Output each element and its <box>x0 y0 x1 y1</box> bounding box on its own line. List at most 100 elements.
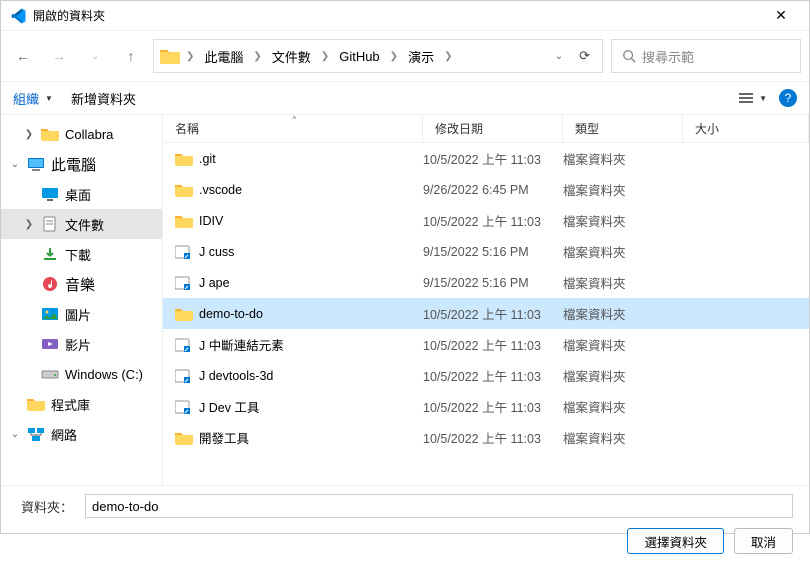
file-type: 檔案資料夾 <box>563 242 683 261</box>
shortcut-icon <box>175 244 193 260</box>
file-name: demo-to-do <box>199 307 263 321</box>
chevron-right-icon[interactable]: ❯ <box>319 51 331 62</box>
libraries-icon <box>27 396 45 412</box>
file-row[interactable]: J cuss9/15/2022 5:16 PM檔案資料夾 <box>163 236 809 267</box>
search-input[interactable]: 搜尋示範 <box>611 39 801 73</box>
file-rows: .git10/5/2022 上午 11:03檔案資料夾.vscode9/26/2… <box>163 143 809 485</box>
crumb-1[interactable]: 文件數 <box>268 45 315 68</box>
chevron-right-icon[interactable]: ❯ <box>251 51 263 62</box>
refresh-button[interactable]: ⟳ <box>573 48 596 64</box>
cancel-button[interactable]: 取消 <box>734 528 793 554</box>
expand-icon[interactable]: ⌄ <box>9 429 21 440</box>
chevron-right-icon[interactable]: ❯ <box>184 51 196 62</box>
file-row[interactable]: .vscode9/26/2022 6:45 PM檔案資料夾 <box>163 174 809 205</box>
column-name[interactable]: 名稱^ <box>163 115 423 142</box>
file-name: J cuss <box>199 245 234 259</box>
view-options-button[interactable]: ▼ <box>737 91 767 105</box>
dialog-buttons: 選擇資料夾 取消 <box>17 528 793 554</box>
search-icon <box>622 49 636 63</box>
folder-icon <box>175 151 193 167</box>
shortcut-icon <box>175 337 193 353</box>
crumb-3[interactable]: 演示 <box>404 45 438 68</box>
sidebar-item-10[interactable]: ⌄網路 <box>1 419 162 449</box>
file-type: 檔案資料夾 <box>563 304 683 323</box>
breadcrumb[interactable]: ❯ 此電腦 ❯ 文件數 ❯ GitHub ❯ 演示 ❯ ⌄ ⟳ <box>153 39 603 73</box>
file-type: 檔案資料夾 <box>563 211 683 230</box>
sidebar-item-label: 此電腦 <box>51 154 96 175</box>
crumb-2[interactable]: GitHub <box>335 47 383 66</box>
column-header: 名稱^ 修改日期 類型 大小 <box>163 115 809 143</box>
forward-button[interactable]: → <box>45 42 73 70</box>
breadcrumb-dropdown[interactable]: ⌄ <box>549 51 569 62</box>
back-button[interactable]: ← <box>9 42 37 70</box>
file-row[interactable]: demo-to-do10/5/2022 上午 11:03檔案資料夾 <box>163 298 809 329</box>
sidebar-item-5[interactable]: 音樂 <box>1 269 162 299</box>
sidebar-item-label: Collabra <box>65 127 113 142</box>
sidebar: ❯ Collabra ⌄ 此電腦桌面 ❯ 文件數下載音樂圖片影片 Windows (C:) 程… <box>1 115 163 485</box>
crumb-0[interactable]: 此電腦 <box>200 45 247 68</box>
sidebar-item-label: Windows (C:) <box>65 367 143 382</box>
sidebar-item-1[interactable]: ⌄ 此電腦 <box>1 149 162 179</box>
file-name: IDIV <box>199 214 223 228</box>
toolbar: 組織 ▼ 新增資料夾 ▼ ? <box>1 81 809 115</box>
file-name: 開發工具 <box>199 428 249 447</box>
sidebar-item-0[interactable]: ❯ Collabra <box>1 119 162 149</box>
file-type: 檔案資料夾 <box>563 397 683 416</box>
content-area: ❯ Collabra ⌄ 此電腦桌面 ❯ 文件數下載音樂圖片影片 Windows (C:) 程… <box>1 115 809 485</box>
sidebar-item-6[interactable]: 圖片 <box>1 299 162 329</box>
file-row[interactable]: J devtools-3d10/5/2022 上午 11:03檔案資料夾 <box>163 360 809 391</box>
file-list: 名稱^ 修改日期 類型 大小 .git10/5/2022 上午 11:03檔案資… <box>163 115 809 485</box>
expand-icon[interactable]: ❯ <box>23 129 35 140</box>
help-button[interactable]: ? <box>779 89 797 107</box>
file-type: 檔案資料夾 <box>563 366 683 385</box>
folder-label: 資料夾： <box>17 497 77 516</box>
nav-bar: ← → ⌄ ↑ ❯ 此電腦 ❯ 文件數 ❯ GitHub ❯ 演示 ❯ ⌄ ⟳ … <box>1 31 809 81</box>
sidebar-item-4[interactable]: 下載 <box>1 239 162 269</box>
file-date: 10/5/2022 上午 11:03 <box>423 428 563 447</box>
file-date: 10/5/2022 上午 11:03 <box>423 335 563 354</box>
recent-dropdown[interactable]: ⌄ <box>81 42 109 70</box>
shortcut-icon <box>175 275 193 291</box>
sidebar-item-label: 圖片 <box>65 305 91 324</box>
sidebar-item-label: 文件數 <box>65 215 104 234</box>
sidebar-item-8[interactable]: Windows (C:) <box>1 359 162 389</box>
up-button[interactable]: ↑ <box>117 42 145 70</box>
file-row[interactable]: J Dev 工具 10/5/2022 上午 11:03檔案資料夾 <box>163 391 809 422</box>
file-date: 10/5/2022 上午 11:03 <box>423 211 563 230</box>
sidebar-item-7[interactable]: 影片 <box>1 329 162 359</box>
chevron-down-icon: ▼ <box>45 94 53 103</box>
expand-icon[interactable]: ⌄ <box>9 159 21 170</box>
expand-icon[interactable]: ❯ <box>23 219 35 230</box>
select-folder-button[interactable]: 選擇資料夾 <box>627 528 724 554</box>
file-row[interactable]: 開發工具10/5/2022 上午 11:03檔案資料夾 <box>163 422 809 453</box>
search-placeholder: 搜尋示範 <box>642 47 694 66</box>
file-type: 檔案資料夾 <box>563 180 683 199</box>
chevron-right-icon[interactable]: ❯ <box>442 51 454 62</box>
column-size[interactable]: 大小 <box>683 115 809 142</box>
file-row[interactable]: .git10/5/2022 上午 11:03檔案資料夾 <box>163 143 809 174</box>
file-row[interactable]: J 中斷連結元素10/5/2022 上午 11:03檔案資料夾 <box>163 329 809 360</box>
bottom-panel: 資料夾： 選擇資料夾 取消 <box>1 485 809 566</box>
sidebar-item-2[interactable]: 桌面 <box>1 179 162 209</box>
file-date: 10/5/2022 上午 11:03 <box>423 397 563 416</box>
organize-menu[interactable]: 組織 ▼ <box>13 89 53 108</box>
file-row[interactable]: IDIV 10/5/2022 上午 11:03檔案資料夾 <box>163 205 809 236</box>
column-date[interactable]: 修改日期 <box>423 115 563 142</box>
file-name: J 中斷連結元素 <box>199 335 284 354</box>
file-date: 10/5/2022 上午 11:03 <box>423 149 563 168</box>
sidebar-item-3[interactable]: ❯ 文件數 <box>1 209 162 239</box>
file-name: J Dev 工具 <box>199 397 259 416</box>
new-folder-button[interactable]: 新增資料夾 <box>71 89 136 108</box>
close-button[interactable]: ✕ <box>761 7 801 24</box>
sidebar-item-9[interactable]: 程式庫 <box>1 389 162 419</box>
file-row[interactable]: J ape9/15/2022 5:16 PM檔案資料夾 <box>163 267 809 298</box>
chevron-right-icon[interactable]: ❯ <box>388 51 400 62</box>
column-type[interactable]: 類型 <box>563 115 683 142</box>
file-date: 9/15/2022 5:16 PM <box>423 276 563 290</box>
folder-name-input[interactable] <box>85 494 793 518</box>
file-type: 檔案資料夾 <box>563 273 683 292</box>
drive-icon <box>41 366 59 382</box>
folder-icon <box>175 430 193 446</box>
desktop-icon <box>41 186 59 202</box>
folder-icon <box>175 182 193 198</box>
